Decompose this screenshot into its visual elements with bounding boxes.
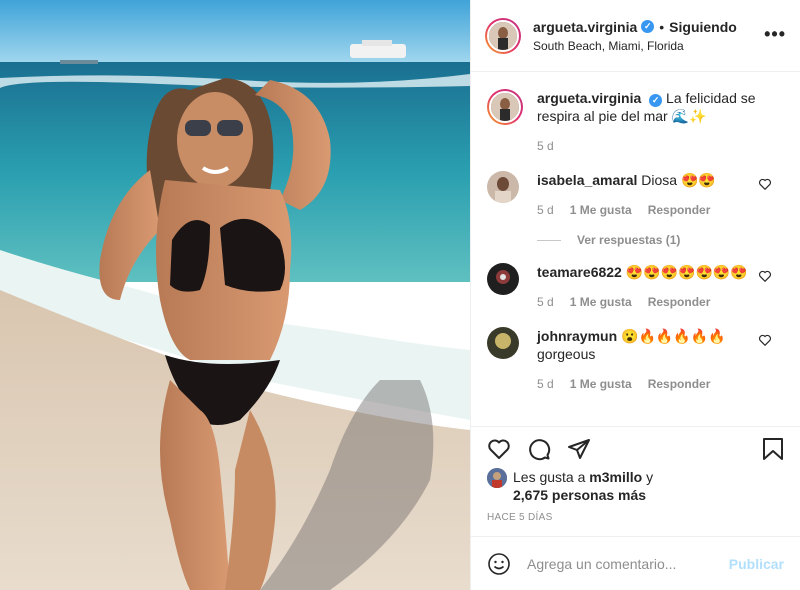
replies-divider (537, 239, 561, 241)
view-replies-button[interactable]: Ver respuestas (1) (537, 233, 784, 247)
emoji-picker-icon[interactable] (487, 552, 511, 576)
comment-likes[interactable]: 1 Me gusta (570, 375, 632, 393)
caption-avatar-photo (491, 93, 519, 121)
share-send-icon[interactable] (567, 437, 591, 461)
post-caption: argueta.virginia ✓ La felicidad se respi… (487, 89, 784, 155)
comment-username[interactable]: isabela_amaral (537, 172, 637, 188)
likes-text: Les gusta a m3millo y 2,675 personas más (513, 468, 653, 504)
commenter-avatar-photo (487, 327, 519, 359)
separator-dot: • (659, 18, 665, 35)
comment-text: 😍😍😍😍😍😍😍 (625, 264, 748, 280)
comment-input[interactable] (527, 555, 729, 572)
comment-heart-icon[interactable] (758, 269, 772, 283)
view-replies-label: Ver respuestas (1) (577, 233, 681, 247)
author-avatar-image (487, 19, 519, 52)
more-options-icon[interactable]: ••• (764, 24, 786, 45)
comment-text: Diosa 😍😍 (641, 172, 716, 188)
comment-heart-icon[interactable] (758, 177, 772, 191)
caption-username[interactable]: argueta.virginia (537, 90, 641, 106)
avatar-photo (489, 21, 517, 50)
caption-avatar-image (489, 91, 521, 123)
likes-summary: Les gusta a m3millo y 2,675 personas más (487, 468, 784, 504)
caption-time[interactable]: 5 d (537, 137, 554, 155)
comment-body: johnraymun 😮🔥🔥🔥🔥🔥 gorgeous 5 d 1 Me gust… (537, 327, 784, 393)
save-bookmark-icon[interactable] (762, 437, 784, 461)
comment-body: isabela_amaral Diosa 😍😍 5 d 1 Me gusta R… (537, 171, 784, 219)
comment-time[interactable]: 5 d (537, 375, 554, 393)
commenter-avatar[interactable] (487, 171, 519, 203)
comment-body: teamare6822 😍😍😍😍😍😍😍 5 d 1 Me gusta Respo… (537, 263, 784, 311)
comment-likes[interactable]: 1 Me gusta (570, 293, 632, 311)
caption-body: argueta.virginia ✓ La felicidad se respi… (537, 89, 784, 155)
like-heart-icon[interactable] (487, 437, 511, 461)
liker-avatar-photo (487, 468, 507, 488)
action-bar (471, 426, 800, 466)
reply-button[interactable]: Responder (648, 201, 711, 219)
commenter-avatar[interactable] (487, 327, 519, 359)
post-photo[interactable] (0, 0, 470, 590)
comment-username[interactable]: johnraymun (537, 328, 617, 344)
publish-button[interactable]: Publicar (729, 556, 784, 572)
comment-likes[interactable]: 1 Me gusta (570, 201, 632, 219)
instagram-post-modal: argueta.virginia ✓ • Siguiendo South Bea… (0, 0, 800, 590)
reply-button[interactable]: Responder (648, 293, 711, 311)
comment-item: teamare6822 😍😍😍😍😍😍😍 5 d 1 Me gusta Respo… (487, 263, 784, 311)
likes-prefix: Les gusta a (513, 469, 586, 485)
commenter-avatar[interactable] (487, 263, 519, 295)
liker-username[interactable]: m3millo (589, 469, 642, 485)
caption-verified-badge-icon: ✓ (649, 94, 663, 107)
likes-others-count[interactable]: 2,675 personas más (513, 487, 646, 503)
likes-conj: y (646, 469, 654, 485)
comment-item: isabela_amaral Diosa 😍😍 5 d 1 Me gusta R… (487, 171, 784, 219)
comment-bubble-icon[interactable] (527, 437, 551, 461)
comment-item: johnraymun 😮🔥🔥🔥🔥🔥 gorgeous 5 d 1 Me gust… (487, 327, 784, 393)
author-avatar[interactable] (485, 17, 521, 54)
commenter-avatar-photo (487, 171, 519, 203)
post-location[interactable]: South Beach, Miami, Florida (533, 39, 788, 53)
comment-time[interactable]: 5 d (537, 201, 554, 219)
verified-badge-icon: ✓ (641, 20, 655, 33)
reply-button[interactable]: Responder (648, 375, 711, 393)
author-username[interactable]: argueta.virginia (533, 19, 637, 35)
author-info: argueta.virginia ✓ • Siguiendo South Bea… (533, 19, 788, 53)
post-header: argueta.virginia ✓ • Siguiendo South Bea… (471, 0, 800, 72)
post-side-panel: argueta.virginia ✓ • Siguiendo South Bea… (470, 0, 800, 590)
comment-username[interactable]: teamare6822 (537, 264, 622, 280)
commenter-avatar-photo (487, 263, 519, 295)
post-timestamp[interactable]: HACE 5 DÍAS (487, 512, 553, 523)
comment-heart-icon[interactable] (758, 333, 772, 347)
comments-list[interactable]: argueta.virginia ✓ La felicidad se respi… (471, 73, 800, 425)
following-button[interactable]: Siguiendo (669, 19, 737, 35)
beach-photo-image (0, 0, 470, 590)
add-comment-bar: Publicar (471, 536, 800, 590)
caption-author-avatar[interactable] (487, 89, 523, 125)
comment-time[interactable]: 5 d (537, 293, 554, 311)
liker-avatar[interactable] (487, 468, 507, 488)
